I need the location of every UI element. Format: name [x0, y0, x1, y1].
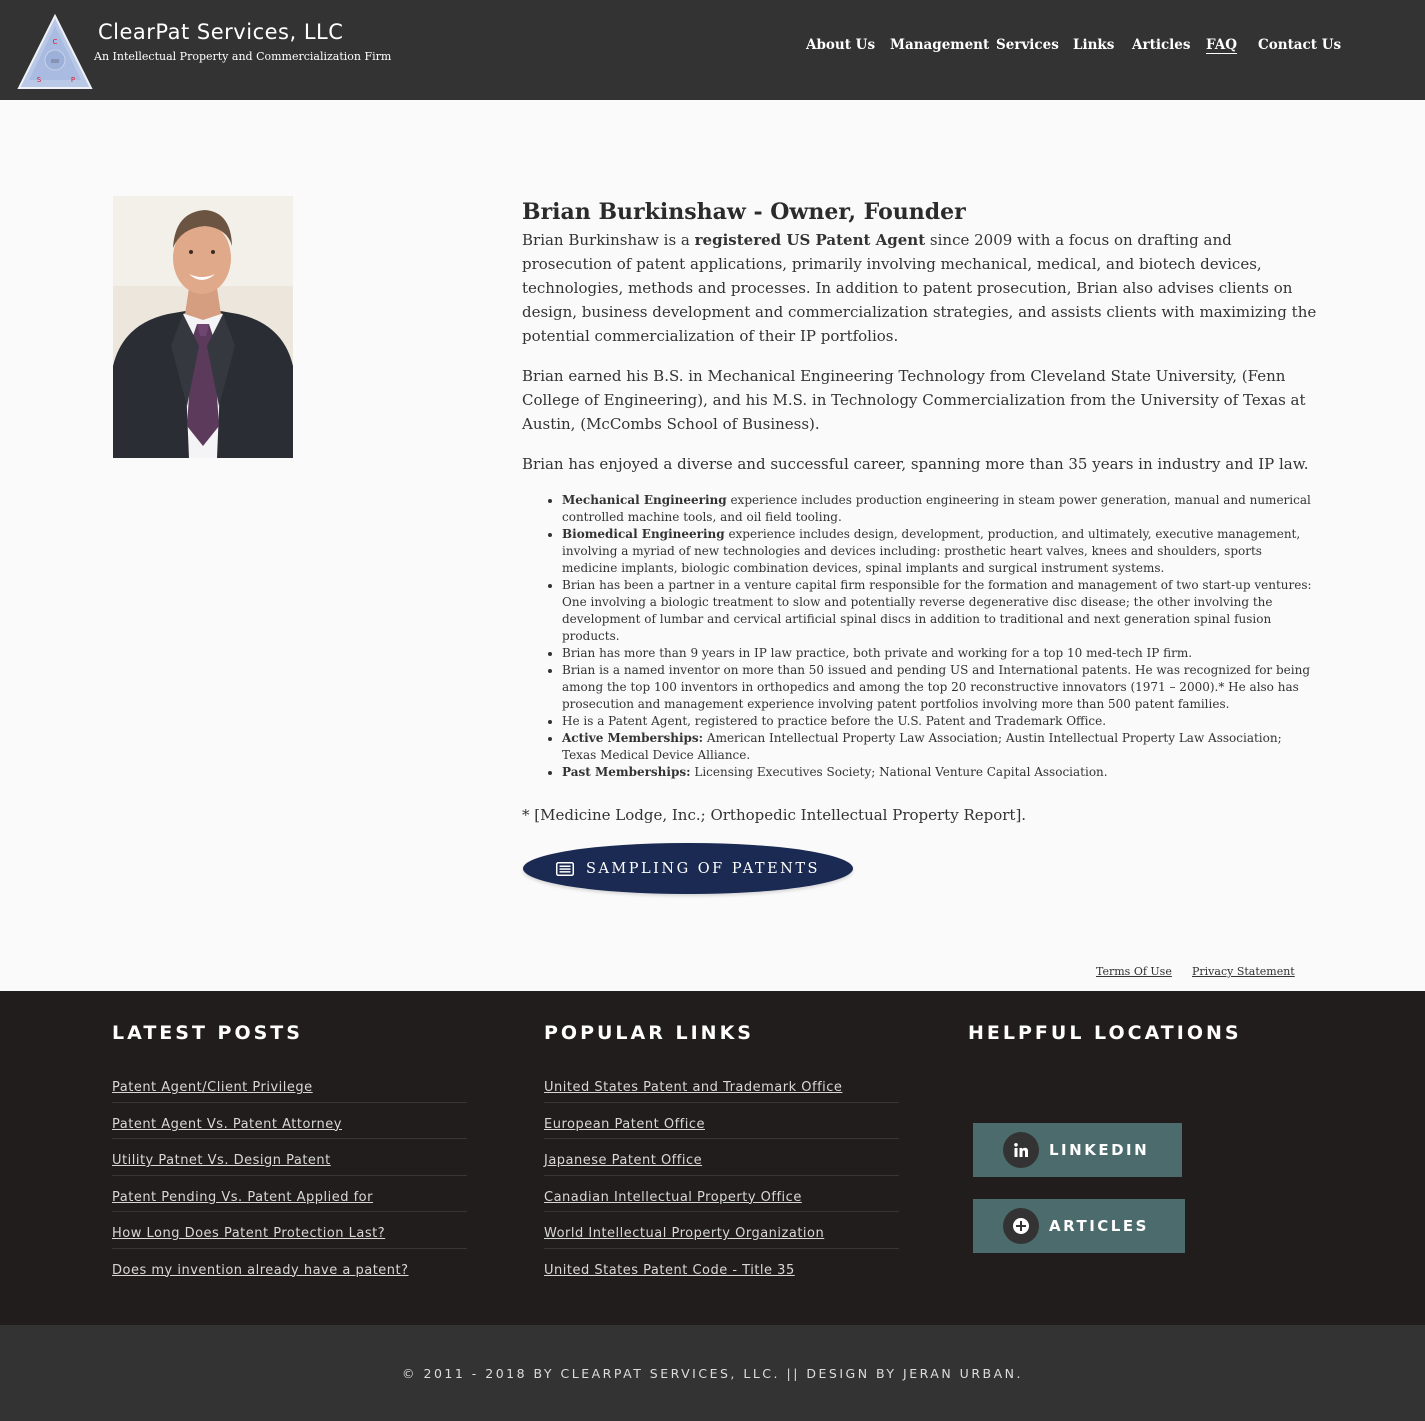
plus-circle-icon — [1003, 1208, 1039, 1244]
list-item: United States Patent Code - Title 35 — [544, 1249, 899, 1286]
sampling-of-patents-label: SAMPLING OF PATENTS — [586, 860, 820, 877]
latest-posts-title: LATEST POSTS — [112, 1022, 303, 1044]
popular-link[interactable]: World Intellectual Property Organization — [544, 1226, 824, 1241]
list-item: How Long Does Patent Protection Last? — [112, 1212, 467, 1249]
list-item: European Patent Office — [544, 1103, 899, 1139]
terms-of-use-link[interactable]: Terms Of Use — [1096, 965, 1172, 978]
linkedin-button[interactable]: LINKEDIN — [973, 1123, 1182, 1177]
popular-link[interactable]: Japanese Patent Office — [544, 1153, 702, 1168]
logo-letter-p: P — [71, 76, 75, 84]
popular-link[interactable]: United States Patent and Trademark Offic… — [544, 1080, 842, 1095]
list-item: Patent Agent Vs. Patent Attorney — [112, 1103, 467, 1139]
sampling-of-patents-button[interactable]: SAMPLING OF PATENTS — [523, 843, 853, 894]
list-item: Brian has more than 9 years in IP law pr… — [562, 645, 1317, 662]
list-item: Brian is a named inventor on more than 5… — [562, 662, 1317, 713]
list-item: Patent Agent/Client Privilege — [112, 1066, 467, 1103]
linkedin-label: LINKEDIN — [1049, 1141, 1150, 1159]
list-icon — [556, 861, 575, 876]
profile-career: Brian has enjoyed a diverse and successf… — [522, 455, 1309, 473]
popular-link[interactable]: Canadian Intellectual Property Office — [544, 1190, 802, 1205]
latest-post-link[interactable]: Utility Patnet Vs. Design Patent — [112, 1153, 331, 1168]
list-item: Active Memberships: American Intellectua… — [562, 730, 1317, 764]
popular-links-title: POPULAR LINKS — [544, 1022, 754, 1044]
profile-content: Brian Burkinshaw - Owner, Founder Brian … — [522, 198, 1317, 827]
nav-faq[interactable]: FAQ — [1206, 37, 1237, 53]
articles-button[interactable]: ARTICLES — [973, 1199, 1185, 1253]
popular-links-list: United States Patent and Trademark Offic… — [544, 1066, 899, 1285]
nav-articles[interactable]: Articles — [1132, 37, 1191, 53]
main-nav: About Us Management Services Links Artic… — [0, 37, 1425, 57]
popular-link[interactable]: United States Patent Code - Title 35 — [544, 1263, 795, 1278]
latest-post-link[interactable]: Patent Agent/Client Privilege — [112, 1080, 313, 1095]
list-item: Utility Patnet Vs. Design Patent — [112, 1139, 467, 1176]
list-item: Canadian Intellectual Property Office — [544, 1176, 899, 1212]
latest-post-link[interactable]: Patent Pending Vs. Patent Applied for — [112, 1190, 373, 1205]
nav-contact-us[interactable]: Contact Us — [1258, 37, 1341, 53]
patent-agent-highlight: registered US Patent Agent — [694, 231, 926, 249]
latest-post-link[interactable]: Patent Agent Vs. Patent Attorney — [112, 1117, 342, 1132]
list-item: He is a Patent Agent, registered to prac… — [562, 713, 1317, 730]
profile-education: Brian earned his B.S. in Mechanical Engi… — [522, 367, 1306, 433]
profile-photo — [113, 196, 293, 458]
popular-link[interactable]: European Patent Office — [544, 1117, 705, 1132]
copyright-text: © 2011 - 2018 BY CLEARPAT SERVICES, LLC.… — [402, 1365, 1023, 1381]
nav-about-us[interactable]: About Us — [806, 37, 875, 53]
copyright-bar: © 2011 - 2018 BY CLEARPAT SERVICES, LLC.… — [0, 1325, 1425, 1421]
profile-heading: Brian Burkinshaw - Owner, Founder — [522, 199, 966, 225]
latest-posts-list: Patent Agent/Client Privilege Patent Age… — [112, 1066, 467, 1285]
nav-links[interactable]: Links — [1073, 37, 1114, 53]
latest-post-link[interactable]: How Long Does Patent Protection Last? — [112, 1226, 385, 1241]
nav-management[interactable]: Management — [890, 37, 989, 53]
list-item: United States Patent and Trademark Offic… — [544, 1066, 899, 1103]
list-item: World Intellectual Property Organization — [544, 1212, 899, 1249]
list-item: Biomedical Engineering experience includ… — [562, 526, 1317, 577]
list-item: Past Memberships: Licensing Executives S… — [562, 764, 1317, 781]
site-header: C S P ClearPat Services, LLC An Intellec… — [0, 0, 1425, 100]
nav-services[interactable]: Services — [996, 37, 1059, 53]
list-item: Brian has been a partner in a venture ca… — [562, 577, 1317, 645]
list-item: Japanese Patent Office — [544, 1139, 899, 1176]
list-item: Does my invention already have a patent? — [112, 1249, 467, 1286]
linkedin-icon — [1003, 1132, 1039, 1168]
list-item: Mechanical Engineering experience includ… — [562, 492, 1317, 526]
list-item: Patent Pending Vs. Patent Applied for — [112, 1176, 467, 1212]
privacy-statement-link[interactable]: Privacy Statement — [1192, 965, 1295, 978]
footnote: * [Medicine Lodge, Inc.; Orthopedic Inte… — [522, 806, 1027, 824]
profile-intro: Brian Burkinshaw is a registered US Pate… — [522, 231, 1317, 345]
articles-label: ARTICLES — [1049, 1217, 1149, 1235]
latest-post-link[interactable]: Does my invention already have a patent? — [112, 1263, 409, 1278]
experience-list: Mechanical Engineering experience includ… — [562, 492, 1317, 781]
helpful-locations-title: HELPFUL LOCATIONS — [968, 1022, 1242, 1044]
logo-letter-s: S — [37, 76, 42, 84]
